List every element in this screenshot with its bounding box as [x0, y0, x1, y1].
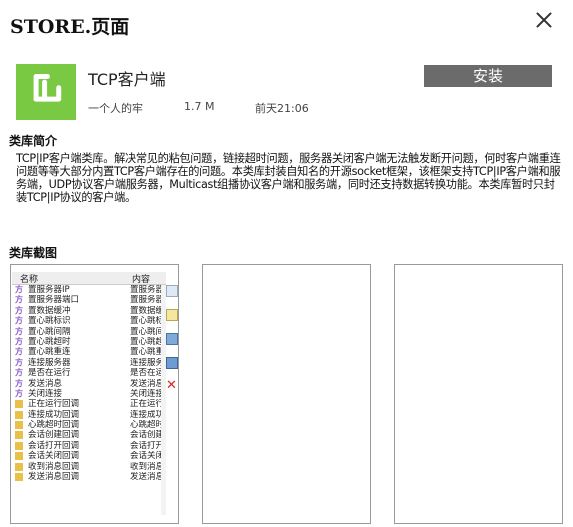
table-row[interactable]: 方置服务器端口 置服务器	[12, 295, 166, 305]
intro-text: TCP|IP客户端类库。解决常见的粘包问题，链接超时问题，服务器关闭客户端无法触…	[16, 152, 561, 204]
row-name: 连接服务器	[28, 357, 71, 368]
row-name: 收到消息回调	[28, 461, 80, 472]
method-icon: 方	[15, 368, 23, 378]
intro-heading: 类库简介	[9, 134, 58, 148]
method-icon: 方	[15, 336, 23, 346]
table-rows: 方置服务器IP 置服务器方置服务器端口 置服务器方置数据缓冲 置数据缓方置心跳标识 置心…	[12, 285, 166, 482]
screenshot-1[interactable]: 名称 内容 方置服务器IP 置服务器方置服务器端口 置服务器方置数据缓冲 置数据缓方置…	[10, 264, 179, 524]
table-row[interactable]: 方是否在运行 是否在运	[12, 368, 166, 378]
table-row[interactable]: 发送消息回调 发送消息	[12, 472, 166, 482]
table-row[interactable]: 会话打开回调 会话打开	[12, 441, 166, 451]
row-name: 连接成功回调	[28, 409, 80, 420]
screenshots-heading: 类库截图	[9, 246, 58, 260]
table-row[interactable]: 收到消息回调 收到消息	[12, 462, 166, 472]
column-content-header: 内容	[132, 275, 151, 285]
event-icon	[15, 431, 23, 440]
file-size: 1.7 M	[184, 100, 215, 113]
row-name: 会话关闭回调	[28, 451, 80, 462]
app-name: TCP客户端	[88, 70, 166, 89]
method-icon: 方	[15, 347, 23, 357]
event-icon	[15, 473, 23, 482]
event-icon	[15, 452, 23, 461]
row-name: 置心跳间隔	[28, 326, 71, 337]
row-name: 置心跳标识	[28, 316, 71, 327]
row-name: 发送消息回调	[28, 472, 80, 483]
row-name: 会话创建回调	[28, 430, 80, 441]
app-icon	[16, 64, 76, 120]
table-row[interactable]: 心跳超时回调 心跳超时	[12, 420, 166, 430]
row-name: 关闭连接	[28, 388, 63, 399]
page-title: STORE.页面	[10, 16, 130, 38]
method-icon: 方	[15, 326, 23, 336]
column-name-header: 名称	[20, 275, 39, 285]
update-date: 前天21:06	[255, 102, 309, 115]
row-name: 发送消息	[28, 378, 63, 389]
side-toolbar: ✕	[166, 285, 178, 403]
table-header: 名称 内容	[12, 272, 166, 285]
table-row[interactable]: 方发送消息 发送消息	[12, 379, 166, 389]
method-icon: 方	[15, 316, 23, 326]
event-icon	[15, 421, 23, 430]
table-row[interactable]: 方置心跳重连 置心跳重	[12, 347, 166, 357]
table-row[interactable]: 方置心跳超时 置心跳超	[12, 337, 166, 347]
method-icon: 方	[15, 357, 23, 367]
table-row[interactable]: 方关闭连接 关闭连接	[12, 389, 166, 399]
edit-icon[interactable]	[166, 309, 178, 321]
row-name: 置服务器IP	[28, 285, 70, 295]
method-icon: 方	[15, 295, 23, 305]
row-name: 置心跳重连	[28, 347, 71, 358]
e-logo-icon	[33, 73, 62, 102]
method-icon: 方	[15, 378, 23, 388]
method-icon: 方	[15, 388, 23, 398]
table-row[interactable]: 方置心跳标识 置心跳标	[12, 316, 166, 326]
screenshot-2[interactable]	[202, 264, 371, 524]
row-name: 置数据缓冲	[28, 305, 71, 316]
row-name: 会话打开回调	[28, 440, 80, 451]
table-row[interactable]: 方连接服务器 连接服务	[12, 358, 166, 368]
table-row[interactable]: 连接成功回调 连接成功	[12, 410, 166, 420]
row-name: 是否在运行	[28, 368, 71, 379]
table-row[interactable]: 正在运行回调 正在运行	[12, 399, 166, 409]
row-name: 心跳超时回调	[28, 420, 80, 431]
author-name: 一个人的牢	[88, 102, 143, 115]
table-row[interactable]: 方置服务器IP 置服务器	[12, 285, 166, 295]
method-icon: 方	[15, 305, 23, 315]
table-row[interactable]: 会话关闭回调 会话关闭	[12, 451, 166, 461]
event-icon	[15, 441, 23, 450]
move-down-icon[interactable]	[166, 357, 178, 369]
move-up-icon[interactable]	[166, 333, 178, 345]
screenshot-3[interactable]	[394, 264, 563, 524]
install-button[interactable]: 安装	[424, 65, 552, 87]
table-row[interactable]: 方置心跳间隔 置心跳间	[12, 327, 166, 337]
row-name: 置心跳超时	[28, 336, 71, 347]
close-icon[interactable]	[534, 10, 554, 30]
row-name: 置服务器端口	[28, 295, 80, 306]
method-icon: 方	[15, 285, 23, 294]
event-icon	[15, 462, 23, 471]
delete-icon[interactable]: ✕	[166, 379, 177, 392]
event-icon	[15, 400, 23, 409]
row-name: 正在运行回调	[28, 399, 80, 410]
table-row[interactable]: 会话创建回调 会话创建	[12, 430, 166, 440]
table-row[interactable]: 方置数据缓冲 置数据缓	[12, 306, 166, 316]
event-icon	[15, 410, 23, 419]
document-icon[interactable]	[166, 285, 178, 297]
